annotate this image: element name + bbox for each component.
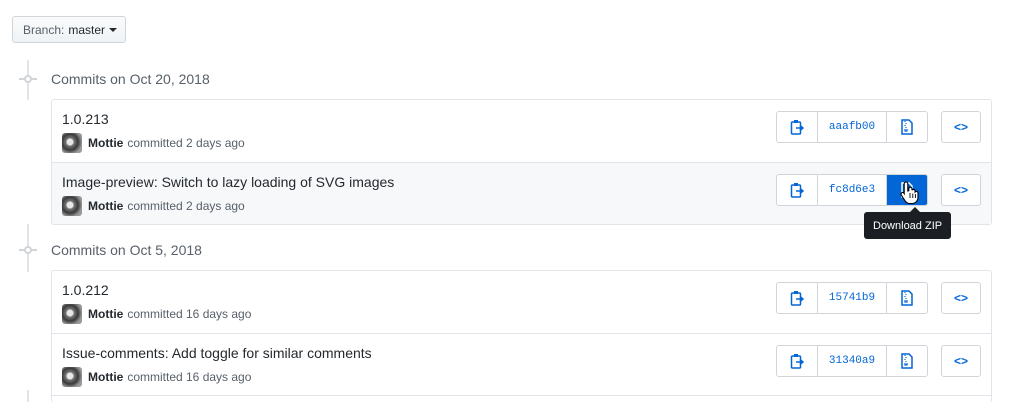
commit-message[interactable]: 1.0.213: [62, 111, 109, 127]
commit-row-partial: [52, 395, 991, 402]
commit-timeline-icon: [19, 241, 37, 259]
commit-row: 1.0.213 Mottie committed 2 days ago aaaf…: [52, 100, 991, 162]
file-zip-icon: [901, 119, 913, 135]
commit-group-title: Commits on Oct 20, 2018: [51, 71, 210, 87]
browse-files-button[interactable]: <>: [941, 174, 981, 206]
download-zip-button[interactable]: [887, 346, 927, 376]
commit-meta: Mottie committed 2 days ago: [62, 196, 245, 216]
commit-meta: Mottie committed 16 days ago: [62, 304, 251, 324]
commit-row: 1.0.212 Mottie committed 16 days ago 157…: [52, 271, 991, 333]
commit-group-title: Commits on Oct 5, 2018: [51, 242, 202, 258]
code-icon: <>: [953, 120, 968, 134]
copy-sha-button[interactable]: [777, 112, 817, 142]
commit-actions: 15741b9: [776, 282, 928, 314]
copy-sha-button[interactable]: [777, 283, 817, 313]
clipboard-icon: [790, 120, 804, 135]
copy-sha-button[interactable]: [777, 346, 817, 376]
commit-meta: Mottie committed 16 days ago: [62, 367, 251, 387]
commit-actions: 31340a9: [776, 345, 928, 377]
branch-label: Branch:: [23, 22, 65, 37]
caret-down-icon: [109, 27, 118, 32]
clipboard-icon: [790, 291, 804, 306]
commit-time: committed 16 days ago: [127, 307, 252, 321]
copy-sha-button[interactable]: [777, 175, 817, 205]
code-icon: <>: [953, 183, 968, 197]
commit-meta: Mottie committed 2 days ago: [62, 133, 245, 153]
browse-files-button[interactable]: <>: [941, 345, 981, 377]
code-icon: <>: [953, 354, 968, 368]
clipboard-icon: [790, 183, 804, 198]
commit-group-header: Commits on Oct 20, 2018: [19, 69, 210, 89]
commit-author[interactable]: Mottie: [88, 307, 123, 321]
browse-files-button[interactable]: <>: [941, 282, 981, 314]
commit-sha-link[interactable]: 31340a9: [817, 346, 887, 376]
commit-message[interactable]: Image-preview: Switch to lazy loading of…: [62, 174, 394, 190]
commit-time: committed 16 days ago: [127, 370, 252, 384]
commit-sha-link[interactable]: fc8d6e3: [817, 175, 887, 205]
branch-value: master: [68, 22, 106, 37]
commit-author[interactable]: Mottie: [88, 199, 123, 213]
commit-sha-link[interactable]: 15741b9: [817, 283, 887, 313]
file-zip-icon: [901, 290, 913, 306]
commit-list: 1.0.212 Mottie committed 16 days ago 157…: [51, 270, 992, 402]
commit-row: Image-preview: Switch to lazy loading of…: [52, 162, 991, 224]
download-zip-button[interactable]: [887, 112, 927, 142]
commit-time: committed 2 days ago: [127, 199, 245, 213]
hand-pointer-icon: [900, 181, 919, 204]
commit-author[interactable]: Mottie: [88, 136, 123, 150]
avatar[interactable]: [62, 196, 82, 216]
commit-sha-link[interactable]: aaafb00: [817, 112, 887, 142]
commit-list: 1.0.213 Mottie committed 2 days ago aaaf…: [51, 99, 992, 225]
commit-author[interactable]: Mottie: [88, 370, 123, 384]
avatar[interactable]: [62, 304, 82, 324]
avatar[interactable]: [62, 133, 82, 153]
file-zip-icon: [901, 353, 913, 369]
commit-timeline-icon: [19, 70, 37, 88]
commit-message[interactable]: 1.0.212: [62, 282, 109, 298]
commit-time: committed 2 days ago: [127, 136, 245, 150]
commit-row: Issue-comments: Add toggle for similar c…: [52, 333, 991, 395]
download-zip-tooltip: Download ZIP: [864, 207, 952, 239]
avatar[interactable]: [62, 367, 82, 387]
commit-actions: aaafb00: [776, 111, 928, 143]
timeline-line: [27, 390, 29, 402]
browse-files-button[interactable]: <>: [941, 111, 981, 143]
commit-message[interactable]: Issue-comments: Add toggle for similar c…: [62, 345, 372, 361]
clipboard-icon: [790, 354, 804, 369]
commit-group-header: Commits on Oct 5, 2018: [19, 240, 202, 260]
download-zip-button[interactable]: [887, 283, 927, 313]
branch-select-button[interactable]: Branch: master: [12, 16, 126, 43]
code-icon: <>: [953, 291, 968, 305]
